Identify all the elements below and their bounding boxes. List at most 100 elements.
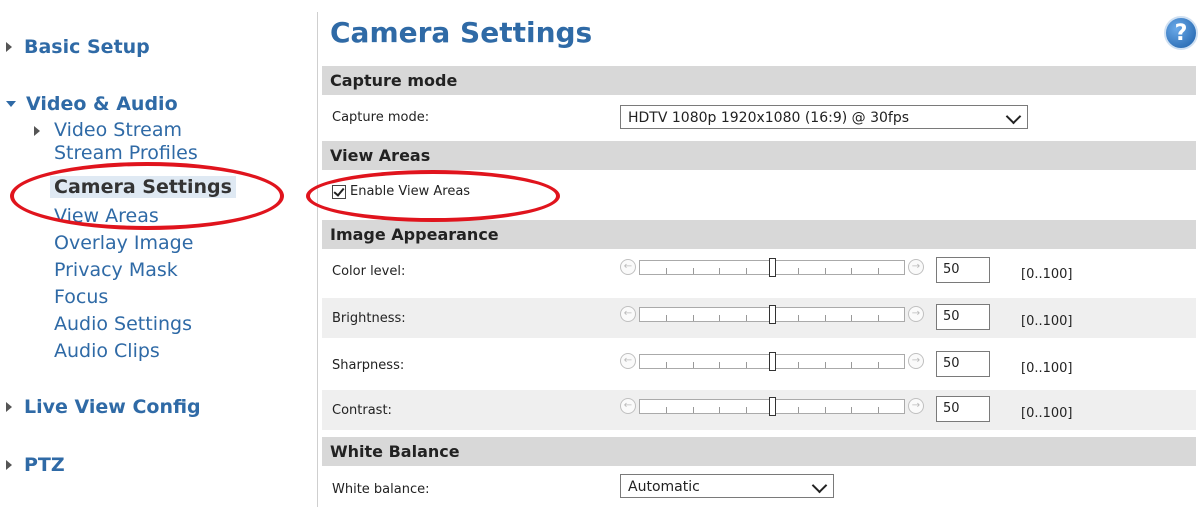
sidebar-item-audio-settings[interactable]: Audio Settings [54, 313, 192, 335]
contrast-input[interactable]: 50 [936, 396, 990, 422]
slider-tick [719, 268, 721, 274]
slider-track[interactable] [639, 352, 905, 371]
nav-section-label: Basic Setup [24, 36, 150, 58]
slider-left-arrow-icon[interactable]: ← [620, 306, 636, 322]
color-level-input[interactable]: 50 [936, 257, 990, 283]
white-balance-label: White balance: [332, 482, 430, 497]
slider-tick [692, 268, 694, 274]
slider-tick [798, 362, 800, 368]
section-header-image-appearance: Image Appearance [322, 220, 1196, 249]
sidebar-item-stream-profiles[interactable]: Stream Profiles [54, 142, 198, 164]
slider-tick [877, 315, 879, 321]
slider-tick [745, 315, 747, 321]
slider-tick [851, 268, 853, 274]
sidebar-nav: Basic Setup Video & Audio Video Stream S… [0, 0, 318, 507]
chevron-down-icon [811, 477, 828, 494]
nav-section-label: Live View Config [24, 396, 201, 418]
capture-mode-value: HDTV 1080p 1920x1080 (16:9) @ 30fps [628, 110, 910, 126]
brightness-row: Brightness: ← → 50 [0..100] [322, 298, 1196, 338]
nav-section-video-audio[interactable]: Video & Audio [6, 93, 178, 115]
slider-tick [824, 315, 826, 321]
slider-tick [824, 362, 826, 368]
slider-tick [851, 315, 853, 321]
brightness-label: Brightness: [332, 311, 406, 326]
chevron-right-icon [6, 460, 12, 470]
slider-track[interactable] [639, 305, 905, 324]
contrast-label: Contrast: [332, 403, 392, 418]
slider-thumb[interactable] [769, 352, 776, 371]
slider-tick [719, 362, 721, 368]
slider-tick [824, 407, 826, 413]
slider-tick [877, 362, 879, 368]
view-areas-row: Enable View Areas [322, 172, 1196, 208]
section-header-capture-mode: Capture mode [322, 66, 1196, 95]
sharpness-input[interactable]: 50 [936, 351, 990, 377]
page-title: Camera Settings [330, 16, 593, 49]
sidebar-item-camera-settings[interactable]: Camera Settings [50, 176, 236, 198]
slider-tick [666, 407, 668, 413]
slider-tick [666, 315, 668, 321]
color-level-range: [0..100] [1021, 267, 1073, 282]
slider-tick [692, 362, 694, 368]
brightness-input[interactable]: 50 [936, 304, 990, 330]
slider-thumb[interactable] [769, 397, 776, 416]
slider-track[interactable] [639, 397, 905, 416]
enable-view-areas-label: Enable View Areas [350, 184, 471, 199]
slider-tick [877, 407, 879, 413]
sidebar-item-video-stream[interactable]: Video Stream [54, 119, 182, 141]
checkbox-checked-icon[interactable] [332, 184, 346, 199]
slider-right-arrow-icon[interactable]: → [908, 259, 924, 275]
slider-tick [719, 407, 721, 413]
contrast-slider[interactable]: ← → [620, 397, 932, 417]
sharpness-slider[interactable]: ← → [620, 352, 932, 372]
slider-tick [798, 315, 800, 321]
sidebar-item-privacy-mask[interactable]: Privacy Mask [54, 259, 178, 281]
slider-left-arrow-icon[interactable]: ← [620, 398, 636, 414]
slider-thumb[interactable] [769, 258, 776, 277]
contrast-range: [0..100] [1021, 406, 1073, 421]
color-level-slider[interactable]: ← → [620, 258, 932, 278]
help-icon[interactable]: ? [1164, 16, 1198, 50]
slider-right-arrow-icon[interactable]: → [908, 306, 924, 322]
nav-section-label: Video & Audio [26, 93, 178, 115]
main-content: Camera Settings ? Capture mode Capture m… [306, 0, 1204, 508]
slider-track[interactable] [639, 258, 905, 277]
capture-mode-label: Capture mode: [332, 110, 430, 125]
capture-mode-select[interactable]: HDTV 1080p 1920x1080 (16:9) @ 30fps [620, 105, 1028, 129]
slider-thumb[interactable] [769, 305, 776, 324]
slider-tick [824, 268, 826, 274]
sharpness-label: Sharpness: [332, 358, 405, 373]
white-balance-select[interactable]: Automatic [620, 474, 834, 498]
slider-left-arrow-icon[interactable]: ← [620, 259, 636, 275]
nav-section-live-view-config[interactable]: Live View Config [6, 396, 201, 418]
chevron-right-icon [6, 42, 12, 52]
sidebar-item-audio-clips[interactable]: Audio Clips [54, 340, 160, 362]
nav-section-basic-setup[interactable]: Basic Setup [6, 36, 150, 58]
slider-tick [851, 407, 853, 413]
section-header-white-balance: White Balance [322, 437, 1196, 466]
nav-section-label: PTZ [24, 454, 65, 476]
sidebar-item-overlay-image[interactable]: Overlay Image [54, 232, 193, 254]
slider-right-arrow-icon[interactable]: → [908, 398, 924, 414]
slider-tick [851, 362, 853, 368]
chevron-right-icon [34, 126, 40, 136]
slider-left-arrow-icon[interactable]: ← [620, 353, 636, 369]
slider-tick [877, 268, 879, 274]
enable-view-areas-checkbox[interactable]: Enable View Areas [332, 184, 470, 199]
slider-right-arrow-icon[interactable]: → [908, 353, 924, 369]
sidebar-item-focus[interactable]: Focus [54, 286, 108, 308]
sharpness-range: [0..100] [1021, 361, 1073, 376]
chevron-right-icon [6, 402, 12, 412]
color-level-row: Color level: ← → 50 [0..100] [322, 251, 1196, 291]
brightness-range: [0..100] [1021, 314, 1073, 329]
slider-tick [745, 268, 747, 274]
section-header-view-areas: View Areas [322, 141, 1196, 170]
slider-tick [719, 315, 721, 321]
nav-section-ptz[interactable]: PTZ [6, 454, 65, 476]
white-balance-value: Automatic [628, 479, 700, 495]
brightness-slider[interactable]: ← → [620, 305, 932, 325]
sidebar-item-view-areas[interactable]: View Areas [54, 205, 159, 227]
slider-tick [692, 315, 694, 321]
slider-tick [692, 407, 694, 413]
white-balance-row: White balance: Automatic [322, 468, 1196, 508]
